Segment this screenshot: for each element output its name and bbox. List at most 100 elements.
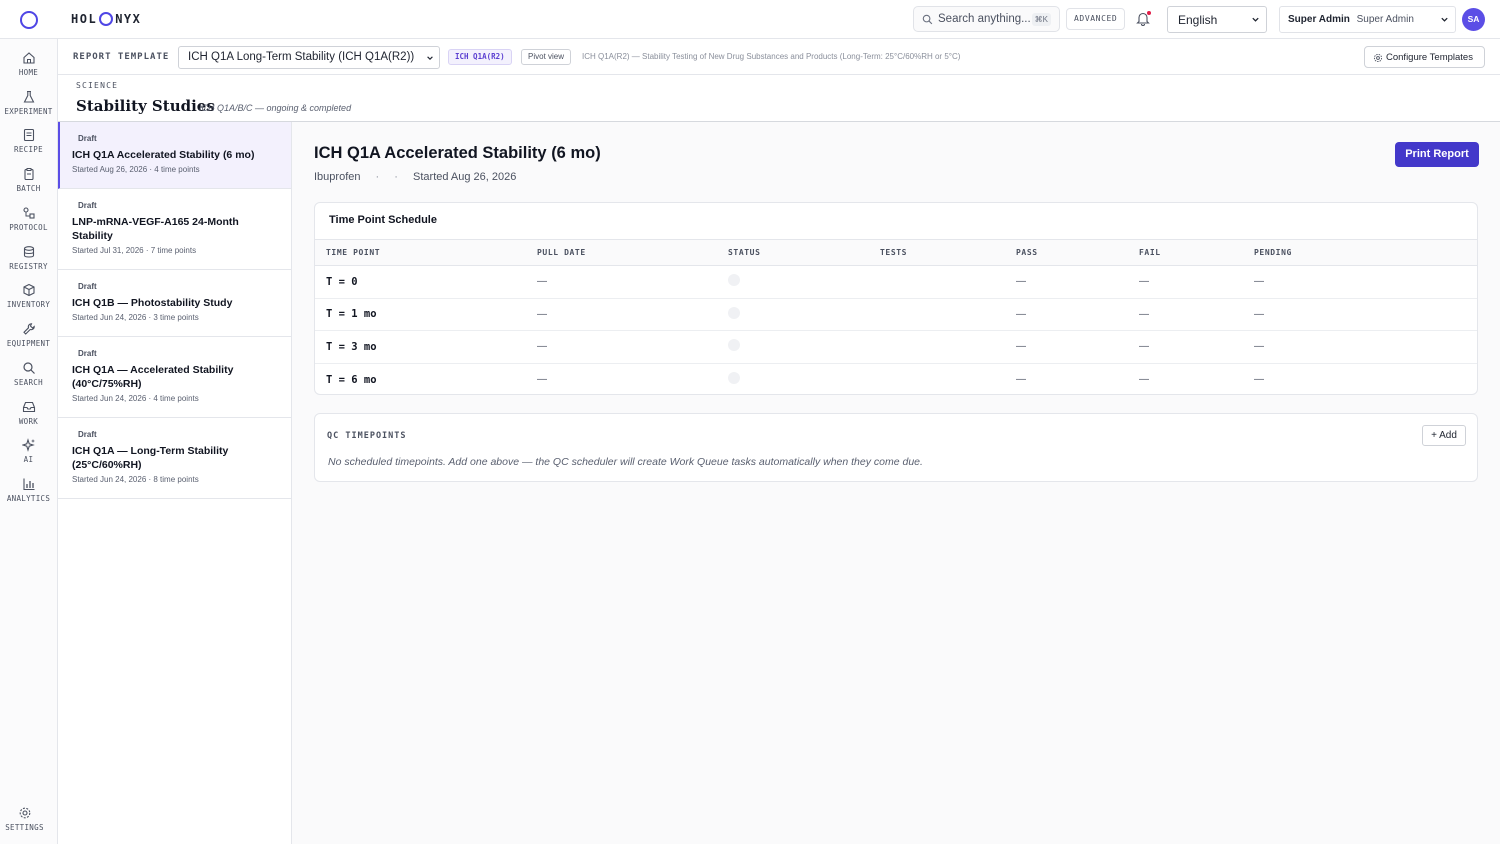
list-item[interactable]: Draft ICH Q1A — Accelerated Stability (4… xyxy=(58,337,291,418)
inbox-icon xyxy=(22,401,35,413)
pull-date-cell: — xyxy=(526,265,717,299)
print-report-button[interactable]: Print Report xyxy=(1395,142,1479,167)
nav-label-ai: AI xyxy=(23,455,34,464)
nav-item-batch[interactable]: BATCH xyxy=(0,167,57,193)
user-role: Super Admin xyxy=(1288,14,1350,25)
status-indicator xyxy=(728,306,740,319)
nav-item-registry[interactable]: REGISTRY xyxy=(0,245,57,271)
tests-cell xyxy=(869,330,1005,364)
nav-item-experiment[interactable]: EXPERIMENT xyxy=(0,90,57,116)
search-icon xyxy=(922,14,933,24)
logo-icon[interactable] xyxy=(20,11,38,29)
brand-wordmark: HOL NYX xyxy=(71,12,141,26)
box-icon xyxy=(22,283,35,297)
meta-separator: · xyxy=(394,171,398,183)
nav-label-home: HOME xyxy=(18,68,39,77)
nav-item-settings[interactable]: SETTINGS xyxy=(0,806,53,832)
status-badge: Draft xyxy=(78,282,97,291)
status-badge: Draft xyxy=(78,349,97,358)
chevron-down-icon xyxy=(1441,17,1448,22)
study-title: ICH Q1A Accelerated Stability (6 mo) xyxy=(72,149,255,161)
started-date: Started Aug 26, 2026 xyxy=(413,171,517,183)
nav-item-search[interactable]: SEARCH xyxy=(0,361,57,387)
status-badge: Draft xyxy=(78,201,97,210)
list-item[interactable]: Draft ICH Q1B — Photostability Study Sta… xyxy=(58,270,291,337)
time-point-cell: T = 1 mo xyxy=(315,298,526,331)
protocol-icon xyxy=(22,207,35,219)
configure-templates-button[interactable]: Configure Templates xyxy=(1364,46,1485,68)
nav-item-inventory[interactable]: INVENTORY xyxy=(0,283,57,309)
fail-cell: — xyxy=(1128,298,1243,331)
report-template-value: ICH Q1A Long-Term Stability (ICH Q1A(R2)… xyxy=(188,51,415,63)
list-item[interactable]: Draft ICH Q1A Accelerated Stability (6 m… xyxy=(58,122,291,189)
column-header: STATUS xyxy=(717,239,869,266)
study-detail-meta: Ibuprofen · · Started Aug 26, 2026 xyxy=(314,171,516,183)
pending-cell: — xyxy=(1254,374,1264,385)
nav-item-equipment[interactable]: EQUIPMENT xyxy=(0,322,57,348)
nav-item-protocol[interactable]: PROTOCOL xyxy=(0,206,57,232)
nav-item-ai[interactable]: AI xyxy=(0,438,57,464)
study-meta: Started Aug 26, 2026 · 4 time points xyxy=(72,165,200,174)
study-meta: Started Jun 24, 2026 · 3 time points xyxy=(72,313,199,322)
fail-cell: — xyxy=(1128,330,1243,364)
global-search[interactable]: Search anything... ⌘K xyxy=(913,6,1060,32)
table-row[interactable]: T = 6 mo — — — — xyxy=(315,363,1477,396)
qc-timepoints-card: QC TIMEPOINTS + Add No scheduled timepoi… xyxy=(314,413,1478,482)
list-item[interactable]: Draft LNP-mRNA-VEGF-A165 24-Month Stabil… xyxy=(58,189,291,270)
pass-cell: — xyxy=(1005,265,1128,299)
pass-cell: — xyxy=(1005,298,1128,331)
pending-cell: — xyxy=(1243,298,1477,331)
status-cell xyxy=(717,265,869,299)
column-header: TESTS xyxy=(869,239,1005,266)
pending-cell: — xyxy=(1243,265,1477,299)
pivot-view-button[interactable]: Pivot view xyxy=(521,49,572,65)
study-meta: Started Jun 24, 2026 · 8 time points xyxy=(72,475,199,484)
time-point-cell: T = 6 mo xyxy=(326,373,377,386)
report-template-bar: REPORT TEMPLATE ICH Q1A Long-Term Stabil… xyxy=(58,39,1500,75)
table-row[interactable]: T = 1 mo — — — — xyxy=(315,298,1477,331)
tests-cell xyxy=(869,265,1005,299)
status-cell xyxy=(717,298,869,331)
status-badge: Draft xyxy=(78,430,97,439)
user-role-select[interactable]: Super Admin Super Admin xyxy=(1279,6,1456,33)
recipe-icon xyxy=(23,128,34,142)
sparkle-icon xyxy=(21,438,35,452)
avatar[interactable]: SA xyxy=(1462,8,1485,31)
nav-item-home[interactable]: HOME xyxy=(0,51,57,77)
product-name: Ibuprofen xyxy=(314,171,361,183)
study-meta: Started Jun 24, 2026 · 4 time points xyxy=(72,394,199,403)
time-point-schedule-card: Time Point Schedule TIME POINT PULL DATE… xyxy=(314,202,1478,395)
time-point-table: TIME POINT PULL DATE STATUS TESTS PASS F… xyxy=(315,239,1477,396)
time-point-schedule-title: Time Point Schedule xyxy=(329,214,437,226)
wrench-icon xyxy=(22,323,35,335)
notification-dot xyxy=(1147,11,1151,15)
bar-chart-icon xyxy=(22,478,34,491)
advanced-search-button[interactable]: ADVANCED xyxy=(1066,8,1126,30)
top-bar: HOL NYX Search anything... ⌘K ADVANCED E… xyxy=(0,0,1500,39)
tests-cell xyxy=(869,363,1005,396)
nav-item-analytics[interactable]: ANALYTICS xyxy=(0,477,57,503)
column-header: PENDING xyxy=(1243,239,1477,266)
list-item[interactable]: Draft ICH Q1A — Long-Term Stability (25°… xyxy=(58,418,291,499)
chevron-down-icon xyxy=(427,56,433,60)
table-row[interactable]: T = 0 — — — — xyxy=(315,265,1477,299)
status-cell xyxy=(717,363,869,396)
study-title: ICH Q1B — Photostability Study xyxy=(72,297,233,309)
add-timepoint-button[interactable]: + Add xyxy=(1422,425,1466,446)
search-shortcut: ⌘K xyxy=(1031,13,1051,26)
search-placeholder: Search anything... xyxy=(938,13,1031,25)
nav-label-equipment: EQUIPMENT xyxy=(6,339,51,348)
status-cell xyxy=(717,330,869,364)
status-badge: Draft xyxy=(78,134,97,143)
nav-item-recipe[interactable]: RECIPE xyxy=(0,128,57,154)
nav-item-work[interactable]: WORK xyxy=(0,400,57,426)
status-indicator xyxy=(728,274,740,287)
meta-separator: · xyxy=(375,171,380,183)
table-row[interactable]: T = 3 mo — — — — xyxy=(315,330,1477,364)
report-template-select[interactable]: ICH Q1A Long-Term Stability (ICH Q1A(R2)… xyxy=(178,46,440,69)
fail-cell: — xyxy=(1139,374,1149,385)
pull-date-cell: — xyxy=(526,298,717,331)
study-detail-title: ICH Q1A Accelerated Stability (6 mo) xyxy=(314,144,601,162)
brand-right: NYX xyxy=(115,12,142,26)
language-select[interactable]: English xyxy=(1167,6,1267,33)
